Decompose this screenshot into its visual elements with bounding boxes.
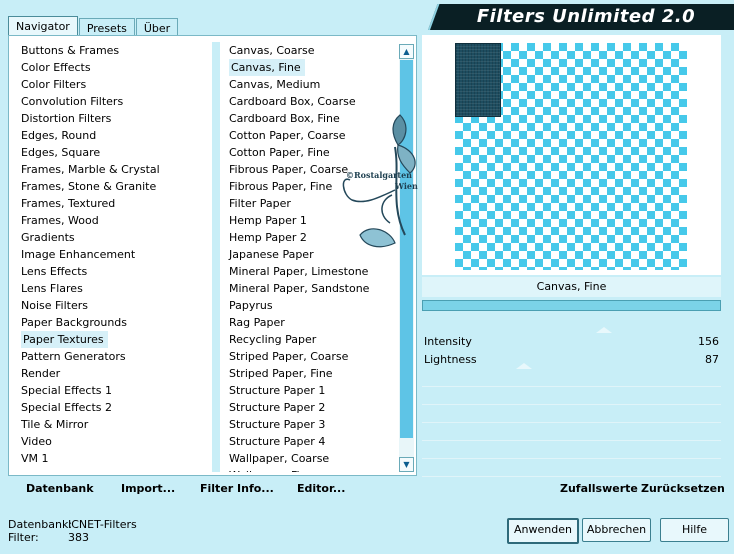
- category-item[interactable]: Lens Effects: [19, 263, 209, 280]
- category-item[interactable]: Distortion Filters: [19, 110, 209, 127]
- filter-item[interactable]: Canvas, Coarse: [227, 42, 397, 59]
- scroll-down-button[interactable]: ▼: [399, 457, 414, 472]
- category-list[interactable]: Buttons & Frames Color Effects Color Filte…: [19, 42, 209, 467]
- param-lightness[interactable]: Lightness 87: [422, 351, 721, 369]
- import-button[interactable]: Import...: [121, 482, 175, 495]
- navigator-actions-bar: Datenbank Import... Filter Info... Edito…: [12, 478, 407, 500]
- reset-button[interactable]: Zurücksetzen: [641, 482, 725, 495]
- filter-item[interactable]: Striped Paper, Fine: [227, 365, 397, 382]
- editor-button[interactable]: Editor...: [297, 482, 345, 495]
- category-item[interactable]: Noise Filters: [19, 297, 209, 314]
- filter-item[interactable]: Structure Paper 2: [227, 399, 397, 416]
- category-item[interactable]: VM 1: [19, 450, 209, 467]
- category-item[interactable]: Convolution Filters: [19, 93, 209, 110]
- preview-actions-bar: Zufallswerte Zurücksetzen: [422, 478, 725, 500]
- category-item[interactable]: Frames, Marble & Crystal: [19, 161, 209, 178]
- param-empty-row: [422, 405, 721, 423]
- category-item[interactable]: Special Effects 2: [19, 399, 209, 416]
- filter-item[interactable]: Papyrus: [227, 297, 397, 314]
- param-empty-row: [422, 387, 721, 405]
- filter-navigator-panel: Buttons & Frames Color Effects Color Filte…: [8, 35, 417, 476]
- category-item[interactable]: Frames, Stone & Granite: [19, 178, 209, 195]
- preview-zoom-slider[interactable]: [422, 300, 721, 311]
- category-item[interactable]: Edges, Square: [19, 144, 209, 161]
- database-label: Datenbank:: [8, 518, 73, 531]
- filter-item[interactable]: Rag Paper: [227, 314, 397, 331]
- category-item[interactable]: Video: [19, 433, 209, 450]
- cancel-button[interactable]: Abbrechen: [582, 518, 651, 542]
- filter-item[interactable]: Canvas, Fine: [227, 59, 397, 76]
- lightness-slider-knob[interactable]: [516, 363, 532, 369]
- watermark-logo: ©Rostalgarten Wien: [342, 114, 418, 248]
- category-item[interactable]: Special Effects 1: [19, 382, 209, 399]
- filter-item[interactable]: Structure Paper 3: [227, 416, 397, 433]
- param-value: 156: [698, 335, 719, 348]
- param-empty-row: [422, 423, 721, 441]
- filter-item[interactable]: Striped Paper, Coarse: [227, 348, 397, 365]
- filter-info-button[interactable]: Filter Info...: [200, 482, 274, 495]
- watermark-text-1: ©Rostalgarten: [346, 170, 412, 180]
- filter-item[interactable]: Canvas, Medium: [227, 76, 397, 93]
- category-item-selected-label: Paper Textures: [21, 331, 108, 348]
- category-item[interactable]: Edges, Round: [19, 127, 209, 144]
- filter-item[interactable]: Wallpaper, Coarse: [227, 450, 397, 467]
- apply-button[interactable]: Anwenden: [507, 518, 579, 544]
- filter-item[interactable]: Structure Paper 1: [227, 382, 397, 399]
- category-item[interactable]: Paper Textures: [19, 331, 209, 348]
- selected-filter-label: Canvas, Fine: [422, 277, 721, 297]
- category-item[interactable]: Render: [19, 365, 209, 382]
- category-item[interactable]: Frames, Textured: [19, 195, 209, 212]
- filter-item[interactable]: Mineral Paper, Limestone: [227, 263, 397, 280]
- help-button[interactable]: Hilfe: [660, 518, 729, 542]
- preview-thumbnail[interactable]: [455, 43, 501, 117]
- list-divider: [212, 42, 220, 472]
- filter-item[interactable]: Structure Paper 4: [227, 433, 397, 450]
- app-title: Filters Unlimited 2.0: [476, 6, 696, 27]
- intensity-slider-knob[interactable]: [596, 327, 612, 333]
- parameter-list: Intensity 156 Lightness 87: [422, 327, 721, 477]
- database-value: ICNET-Filters: [68, 518, 137, 531]
- category-item[interactable]: Tile & Mirror: [19, 416, 209, 433]
- category-item[interactable]: Color Effects: [19, 59, 209, 76]
- param-empty-row: [422, 441, 721, 459]
- category-item[interactable]: Image Enhancement: [19, 246, 209, 263]
- category-item[interactable]: Frames, Wood: [19, 212, 209, 229]
- param-intensity[interactable]: Intensity 156: [422, 327, 721, 351]
- filter-item-selected-label: Canvas, Fine: [229, 59, 305, 76]
- param-empty-row: [422, 459, 721, 477]
- filter-item[interactable]: Wallpaper, Fine: [227, 467, 397, 472]
- category-item[interactable]: Gradients: [19, 229, 209, 246]
- filter-item[interactable]: Mineral Paper, Sandstone: [227, 280, 397, 297]
- scroll-up-button[interactable]: ▲: [399, 44, 414, 59]
- watermark-text-2: Wien: [394, 181, 418, 191]
- param-label: Intensity: [424, 335, 472, 348]
- param-label: Lightness: [424, 353, 477, 366]
- random-values-button[interactable]: Zufallswerte: [560, 482, 638, 495]
- database-button[interactable]: Datenbank: [26, 482, 94, 495]
- category-item[interactable]: Lens Flares: [19, 280, 209, 297]
- category-item[interactable]: Pattern Generators: [19, 348, 209, 365]
- category-item[interactable]: Paper Backgrounds: [19, 314, 209, 331]
- category-item[interactable]: Buttons & Frames: [19, 42, 209, 59]
- param-value: 87: [705, 353, 719, 366]
- filter-count-value: 383: [68, 531, 89, 544]
- filter-item[interactable]: Recycling Paper: [227, 331, 397, 348]
- status-info: Datenbank: ICNET-Filters Filter: 383: [8, 518, 137, 544]
- param-empty-row: [422, 369, 721, 387]
- category-item[interactable]: Color Filters: [19, 76, 209, 93]
- filter-count-label: Filter:: [8, 531, 39, 544]
